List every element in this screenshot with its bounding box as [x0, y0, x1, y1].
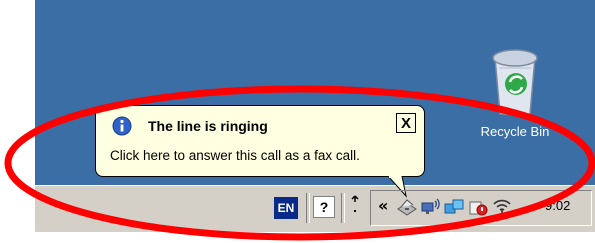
highlight-ellipse [4, 85, 595, 241]
